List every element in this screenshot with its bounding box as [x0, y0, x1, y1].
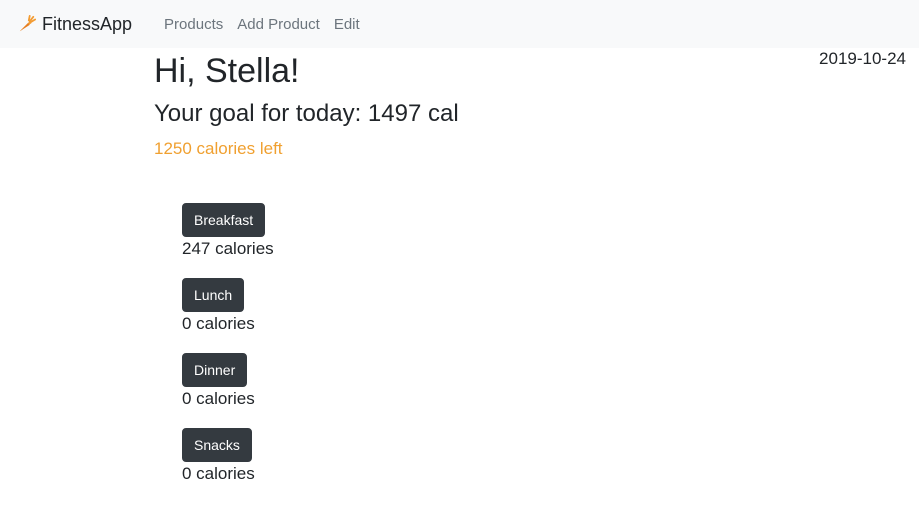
lunch-button[interactable]: Lunch: [182, 278, 245, 312]
dinner-calories: 0 calories: [182, 389, 255, 408]
current-date: 2019-10-24: [819, 49, 906, 68]
breakfast-button[interactable]: Breakfast: [182, 203, 266, 237]
daily-goal: Your goal for today: 1497 cal: [154, 100, 459, 127]
lunch-calories: 0 calories: [182, 314, 255, 333]
nav-link-edit[interactable]: Edit: [334, 16, 360, 33]
snacks-button[interactable]: Snacks: [182, 428, 252, 462]
dinner-button[interactable]: Dinner: [182, 353, 248, 387]
brand-name: FitnessApp: [42, 13, 133, 34]
navbar: FitnessApp Products Add Product Edit: [0, 0, 919, 48]
nav-link-add-product[interactable]: Add Product: [237, 16, 320, 33]
meal-lunch: Lunch 0 calories: [182, 278, 274, 353]
meal-breakfast: Breakfast 247 calories: [182, 203, 274, 278]
meal-dinner: Dinner 0 calories: [182, 353, 274, 428]
meal-snacks: Snacks 0 calories: [182, 428, 274, 503]
brand-link[interactable]: FitnessApp: [18, 14, 132, 35]
meals-list: Breakfast 247 calories Lunch 0 calories …: [182, 203, 274, 503]
calories-left: 1250 calories left: [154, 139, 283, 158]
summary: Hi, Stella! Your goal for today: 1497 ca…: [154, 52, 459, 160]
breakfast-calories: 247 calories: [182, 239, 274, 258]
nav-link-products[interactable]: Products: [164, 16, 223, 33]
carrot-icon: [19, 15, 36, 32]
snacks-calories: 0 calories: [182, 464, 255, 483]
nav-links: Products Add Product Edit: [164, 16, 374, 33]
greeting-heading: Hi, Stella!: [154, 52, 300, 90]
